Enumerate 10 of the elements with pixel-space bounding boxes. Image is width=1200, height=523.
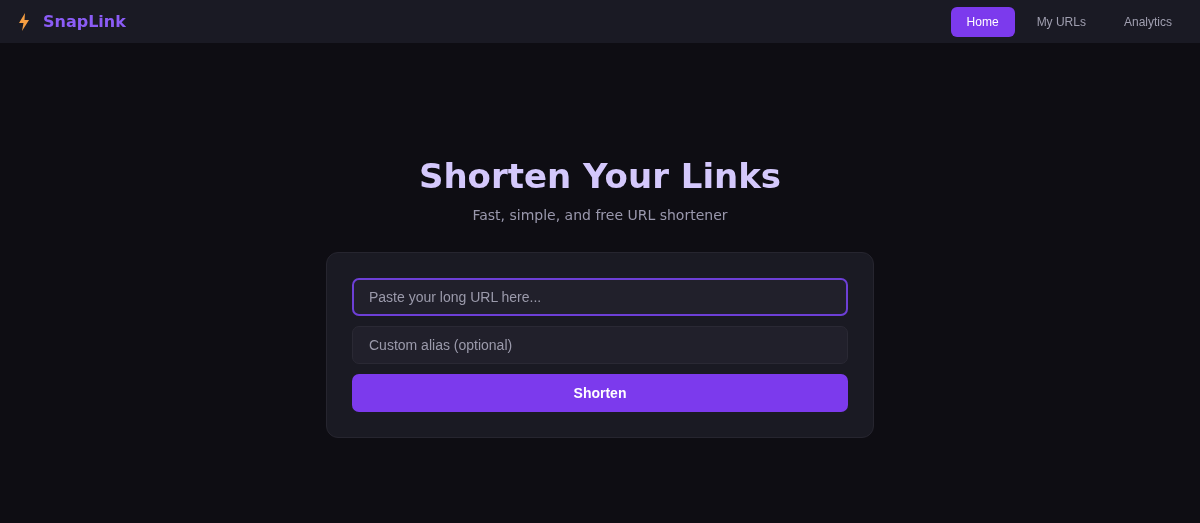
shorten-button[interactable]: Shorten (352, 374, 848, 412)
nav-tab[interactable]: My URLs (1020, 6, 1102, 37)
brand-name[interactable]: SnapLink (43, 9, 126, 34)
page-subtitle: Fast, simple, and free URL shortener (472, 206, 728, 225)
input-field[interactable]: Paste your long URL here... (352, 278, 848, 316)
input-field[interactable]: Custom alias (optional) (352, 326, 848, 364)
page-title: Shorten Your Links (418, 155, 782, 198)
nav-tab[interactable]: Analytics (1107, 6, 1188, 37)
nav-tab[interactable]: Home (950, 6, 1015, 37)
lightning-icon (18, 12, 30, 31)
